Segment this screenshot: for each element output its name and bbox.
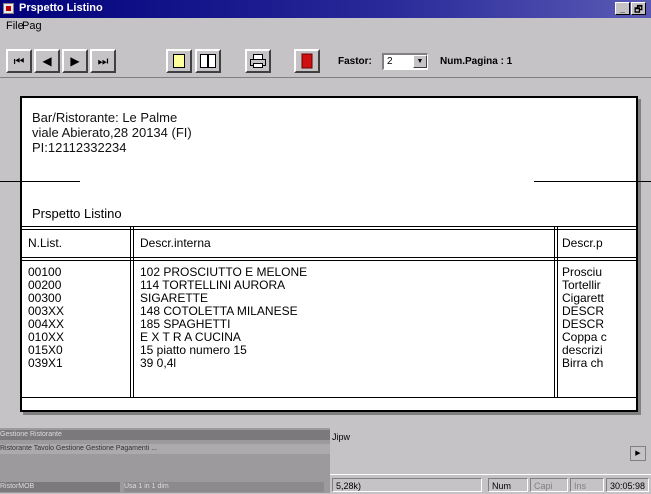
zoom-select[interactable]: 2 ▼ (382, 53, 428, 70)
left-margin-marker (0, 181, 80, 182)
restaurant-vat: PI:12112332234 (32, 140, 127, 155)
preview-area[interactable]: Bar/Ristorante: Le Palme viale Abierato,… (0, 78, 651, 428)
scroll-right-arrow[interactable]: ▶ (630, 446, 646, 461)
close-preview-button[interactable] (294, 49, 320, 73)
strip-menu: Ristorante Tavolo Gestione Gestione Paga… (0, 444, 330, 454)
minimize-button[interactable]: _ (615, 2, 630, 15)
menu-pag[interactable]: Pag (22, 20, 42, 32)
report-page: Bar/Ristorante: Le Palme viale Abierato,… (20, 96, 638, 412)
menu-bar: File Pag (0, 18, 651, 35)
background-task-strip: Gestione Ristorante Ristorante Tavolo Ge… (0, 428, 330, 493)
background-window-label: Jipw (332, 432, 351, 442)
price-list-table: N.List. Descr.interna Descr.p 00100 102 … (22, 226, 636, 398)
next-page-button[interactable]: ▶ (62, 49, 88, 73)
strip-task-1[interactable]: RistorMOB (0, 482, 120, 492)
zoom-label: Fastor: (338, 56, 372, 67)
restaurant-name: Bar/Ristorante: Le Palme (32, 110, 178, 125)
strip-task-2[interactable]: Usa 1 in 1 dim (124, 482, 324, 492)
restaurant-address: viale Abierato,28 20134 (FI) (32, 125, 192, 140)
status-num: Num (488, 478, 528, 492)
arrow-left-icon: ◀ (42, 54, 52, 68)
chevron-down-icon[interactable]: ▼ (413, 55, 427, 68)
previous-page-button[interactable]: ◀ (34, 49, 60, 73)
arrow-right-icon: ▶ (70, 54, 80, 68)
book-icon (200, 54, 216, 68)
skip-back-icon: ⏮ (13, 53, 25, 68)
printer-icon (250, 54, 266, 68)
column-header-code: N.List. (28, 236, 63, 250)
cell-code: 039X1 (28, 356, 63, 370)
exit-icon (301, 53, 313, 69)
strip-title: Gestione Ristorante (0, 430, 330, 440)
page-number-label: Num.Pagina : 1 (440, 56, 513, 67)
status-caps: Capi (530, 478, 568, 492)
cell-internal: 39 0,4l (140, 356, 177, 370)
report-section-title: Prspetto Listino (32, 206, 122, 221)
report-header: Bar/Ristorante: Le Palme viale Abierato,… (32, 110, 192, 155)
column-header-public-description: Descr.p (562, 236, 603, 250)
toolbar: ⏮ ◀ ▶ ⏭ Fastor: 2 ▼ Num.Pagina : 1 (0, 35, 651, 78)
window-title-bar: Prspetto Listino _ 🗗 (0, 0, 651, 18)
maximize-button[interactable]: 🗗 (631, 2, 646, 15)
two-page-view-button[interactable] (195, 49, 221, 73)
status-size: 5,28k) (332, 478, 482, 492)
status-ins: Ins (570, 478, 604, 492)
page-icon (173, 54, 185, 68)
right-margin-marker (534, 181, 651, 182)
window-title: Prspetto Listino (19, 2, 103, 14)
last-page-button[interactable]: ⏭ (90, 49, 116, 73)
status-time: 30:05:98 (606, 478, 649, 492)
single-page-view-button[interactable] (166, 49, 192, 73)
cell-public: Birra ch (562, 356, 604, 370)
first-page-button[interactable]: ⏮ (6, 49, 32, 73)
app-icon (3, 3, 14, 14)
print-button[interactable] (245, 49, 271, 73)
zoom-value: 2 (387, 56, 393, 67)
status-bar: 5,28k) Num Capi Ins 30:05:98 (330, 474, 651, 494)
column-header-internal-description: Descr.interna (140, 236, 211, 250)
skip-forward-icon: ⏭ (97, 53, 109, 68)
